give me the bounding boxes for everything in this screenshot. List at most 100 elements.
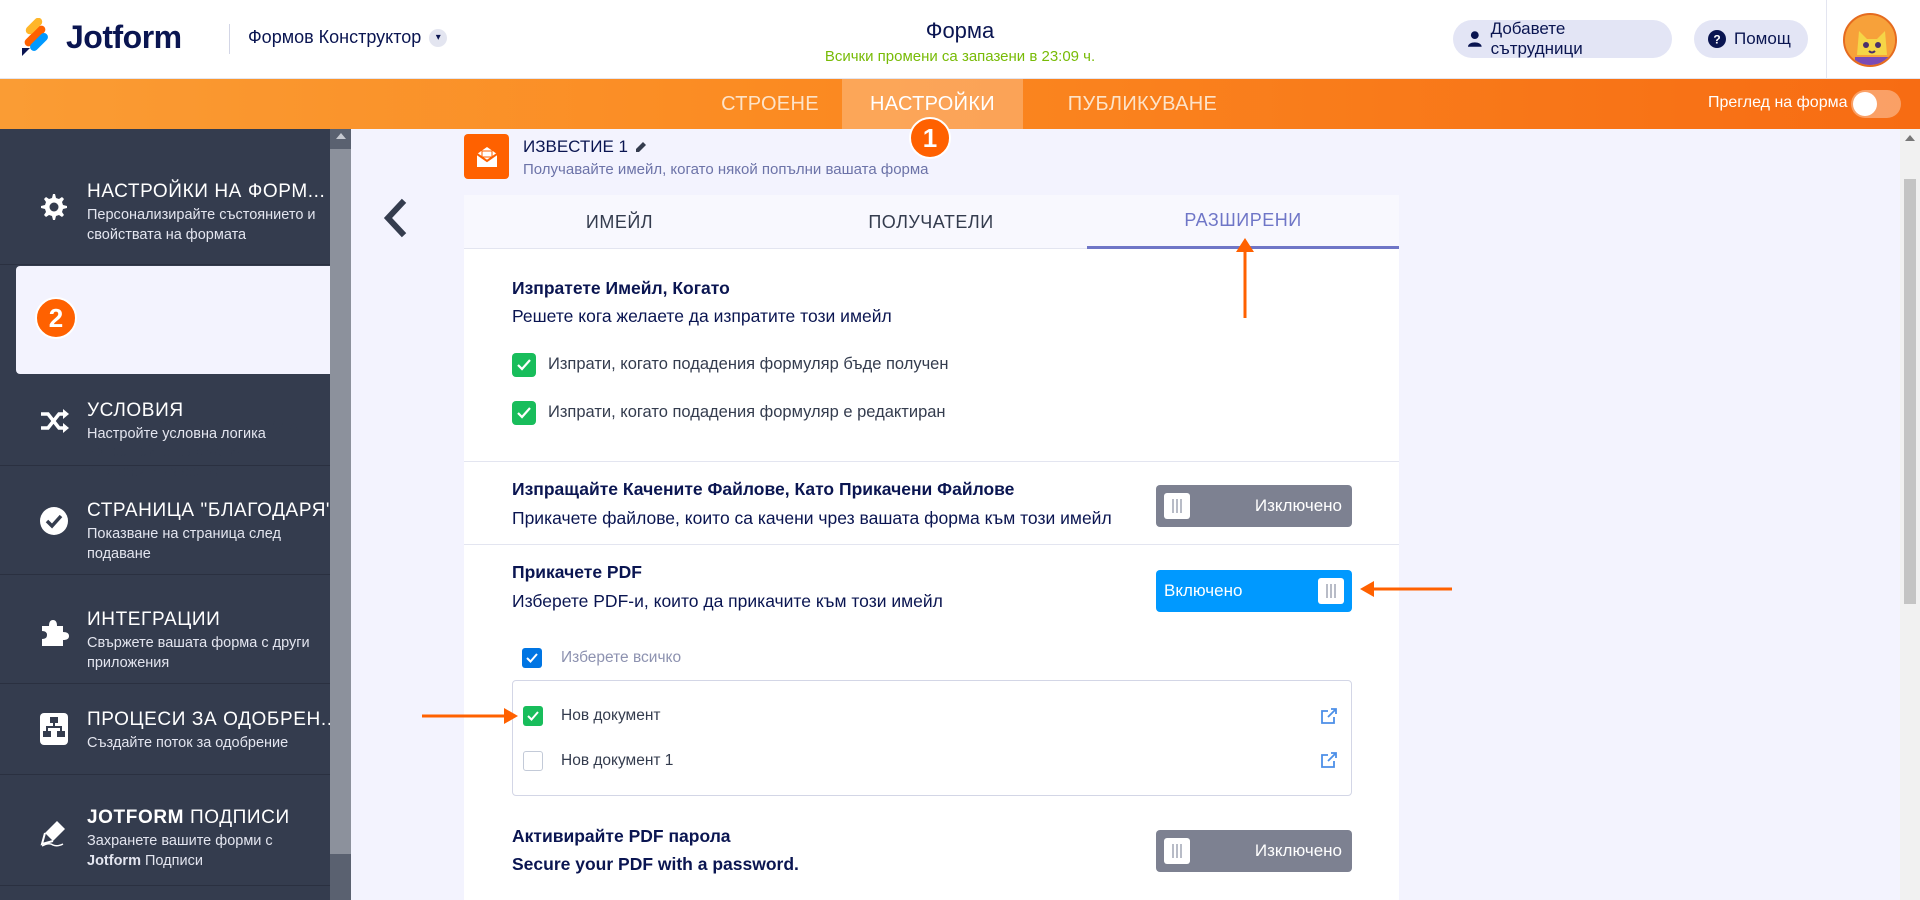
pdf-doc-label: Нов документ 1 [561, 752, 674, 769]
back-arrow-icon[interactable] [380, 198, 410, 238]
desc-pre: Захранете вашите форми с [87, 833, 273, 849]
toggle-label: Изключено [1254, 496, 1342, 515]
pdf-doc-checkbox[interactable] [523, 706, 543, 726]
sidebar-item-title: ПРОЦЕСИ ЗА ОДОБРЕН... [87, 709, 339, 730]
send-on-received-checkbox[interactable] [512, 353, 536, 377]
sidebar-item-desc: Свържете вашата форма с други приложения [87, 635, 310, 671]
avatar[interactable] [1843, 13, 1897, 67]
tab-build[interactable]: СТРОЕНЕ [700, 79, 840, 129]
toggle-knob [1318, 578, 1344, 604]
header-divider [229, 24, 230, 54]
form-preview-toggle[interactable] [1851, 90, 1901, 118]
toggle-knob [1853, 92, 1877, 116]
attach-pdf-toggle[interactable]: Включено [1156, 570, 1352, 612]
tab-publish[interactable]: ПУБЛИКУВАНЕ [1040, 79, 1245, 129]
builder-menu-label: Формов Конструктор [248, 27, 422, 47]
pdf-password-toggle[interactable]: Изключено [1156, 830, 1352, 872]
attach-pdf-desc: Изберете PDF-и, които да прикачите към т… [512, 591, 943, 611]
jotform-logo[interactable]: Jotform [20, 18, 182, 56]
cat-avatar-icon [1845, 15, 1895, 65]
check-circle-icon [38, 505, 70, 537]
sidebar-item-form-settings[interactable]: НАСТРОЙКИ НА ФОРМ... Персонализирайте съ… [0, 129, 330, 265]
scroll-up-arrow[interactable] [336, 133, 346, 139]
toggle-label: Изключено [1254, 841, 1342, 860]
scrollbar-thumb[interactable] [1904, 179, 1916, 604]
sidebar-item-title-bold: JOTFORM [87, 807, 185, 828]
step-2-badge: 2 [35, 297, 77, 339]
toggle-knob [1164, 838, 1190, 864]
puzzle-icon [38, 616, 70, 648]
tab-advanced[interactable]: РАЗШИРЕНИ [1087, 195, 1399, 249]
main-scrollbar[interactable] [1900, 129, 1920, 900]
notification-subtitle: Получавайте имейл, когато някой попълни … [523, 161, 929, 178]
section-divider [464, 461, 1399, 462]
sidebar-item-integrations[interactable]: ИНТЕГРАЦИИ Свържете вашата форма с други… [0, 576, 330, 684]
send-on-edited-label: Изпрати, когато подадения формуляр е ред… [548, 403, 946, 421]
sidebar-item-desc: Показване на страница след подаване [87, 526, 281, 562]
sidebar-item-desc: Създайте поток за одобрение [87, 735, 289, 751]
notification-email-icon [464, 134, 509, 179]
checkmark-icon [517, 407, 531, 419]
sidebar-item-title: ИНТЕГРАЦИИ [87, 609, 221, 630]
header-divider-right [1826, 0, 1827, 79]
external-link-icon[interactable] [1319, 750, 1339, 770]
attachments-desc: Прикачете файлове, които са качени чрез … [512, 508, 1112, 528]
section-divider [464, 544, 1399, 545]
desc-bold: Jotform [87, 853, 141, 869]
send-when-title: Изпратете Имейл, Когато [512, 278, 730, 298]
checkmark-icon [526, 653, 538, 663]
external-link-icon[interactable] [1319, 706, 1339, 726]
scroll-up-arrow[interactable] [1905, 135, 1915, 141]
sidebar-item-title: JOTFORM ПОДПИСИ [87, 807, 290, 829]
help-label: Помощ [1734, 29, 1791, 48]
notification-title[interactable]: ИЗВЕСТИЕ 1 [523, 137, 648, 157]
add-collaborators-button[interactable]: Добавете сътрудници [1453, 19, 1672, 58]
save-status: Всички промени са запазени в 23:09 ч. [824, 48, 1096, 65]
select-all-checkbox[interactable] [522, 648, 542, 668]
pdf-doc-label: Нов документ [561, 707, 661, 724]
help-button[interactable]: ? Помощ [1694, 20, 1808, 58]
pencil-icon[interactable] [634, 140, 648, 154]
chevron-down-icon: ▾ [429, 28, 448, 47]
attach-pdf-title: Прикачете PDF [512, 562, 642, 582]
email-settings-panel: ИМЕЙЛ ПОЛУЧАТЕЛИ РАЗШИРЕНИ Изпратете Име… [464, 195, 1399, 900]
tab-recipients[interactable]: ПОЛУЧАТЕЛИ [775, 195, 1087, 249]
sidebar-item-title: НАСТРОЙКИ НА ФОРМ... [87, 181, 326, 202]
email-tabs: ИМЕЙЛ ПОЛУЧАТЕЛИ РАЗШИРЕНИ [464, 195, 1399, 249]
form-title-block: Форма Всички промени са запазени в 23:09… [760, 18, 1160, 65]
user-icon [1467, 31, 1482, 47]
sidebar-item-title: СТРАНИЦА "БЛАГОДАРЯ" [87, 500, 334, 521]
attachments-title: Изпращайте Качените Файлове, Като Прикач… [512, 479, 1015, 499]
tab-email[interactable]: ИМЕЙЛ [464, 195, 775, 249]
pdf-doc-checkbox[interactable] [523, 751, 543, 771]
top-header: Jotform Формов Конструктор ▾ Форма Всичк… [0, 0, 1920, 79]
form-title[interactable]: Форма [760, 18, 1160, 44]
send-on-received-label: Изпрати, когато подадения формуляр бъде … [548, 355, 949, 373]
shuffle-icon [38, 405, 70, 437]
logo-text: Jotform [66, 18, 182, 55]
workflow-icon [38, 713, 70, 745]
send-on-edited-checkbox[interactable] [512, 401, 536, 425]
sidebar-item-approval-flows[interactable]: ПРОЦЕСИ ЗА ОДОБРЕН... Създайте поток за … [0, 685, 338, 775]
sidebar-scrollbar[interactable] [330, 129, 351, 900]
attachments-toggle[interactable]: Изключено [1156, 485, 1352, 527]
pdf-document-list: Нов документ Нов документ 1 [512, 680, 1352, 796]
select-all-label: Изберете всичко [561, 649, 682, 666]
sidebar-item-desc: Персонализирайте състоянието и свойстват… [87, 207, 316, 243]
scrollbar-thumb[interactable] [330, 149, 351, 854]
sidebar-item-conditions[interactable]: УСЛОВИЯ Настройте условна логика [0, 376, 330, 466]
toggle-knob [1164, 493, 1190, 519]
sidebar-item-jotform-sign[interactable]: JOTFORM ПОДПИСИ Захранете вашите форми с… [0, 776, 330, 886]
sidebar-item-thank-you-page[interactable]: СТРАНИЦА "БЛАГОДАРЯ" Показване на страни… [0, 467, 334, 575]
settings-navbar: СТРОЕНЕ НАСТРОЙКИ ПУБЛИКУВАНЕ Преглед на… [0, 79, 1920, 129]
pdf-password-desc: Secure your PDF with a password. [512, 854, 799, 874]
sidebar-item-title: УСЛОВИЯ [87, 400, 184, 421]
step-1-badge: 1 [909, 117, 951, 159]
builder-menu[interactable]: Формов Конструктор ▾ [248, 27, 448, 48]
toggle-label: Включено [1164, 581, 1243, 600]
checkmark-icon [517, 359, 531, 371]
sidebar-item-desc: Настройте условна логика [87, 426, 266, 442]
jotform-logo-icon [22, 18, 48, 56]
pdf-password-title: Активирайте PDF парола [512, 826, 731, 846]
gear-icon [38, 191, 70, 223]
